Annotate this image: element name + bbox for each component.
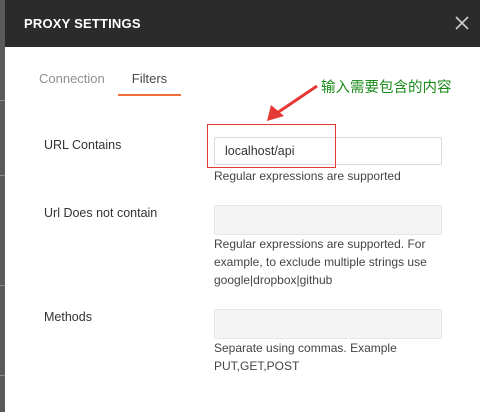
annotation-arrow-icon (267, 84, 318, 121)
proxy-settings-dialog: PROXY SETTINGS Connection Filters URL Co… (5, 0, 480, 412)
